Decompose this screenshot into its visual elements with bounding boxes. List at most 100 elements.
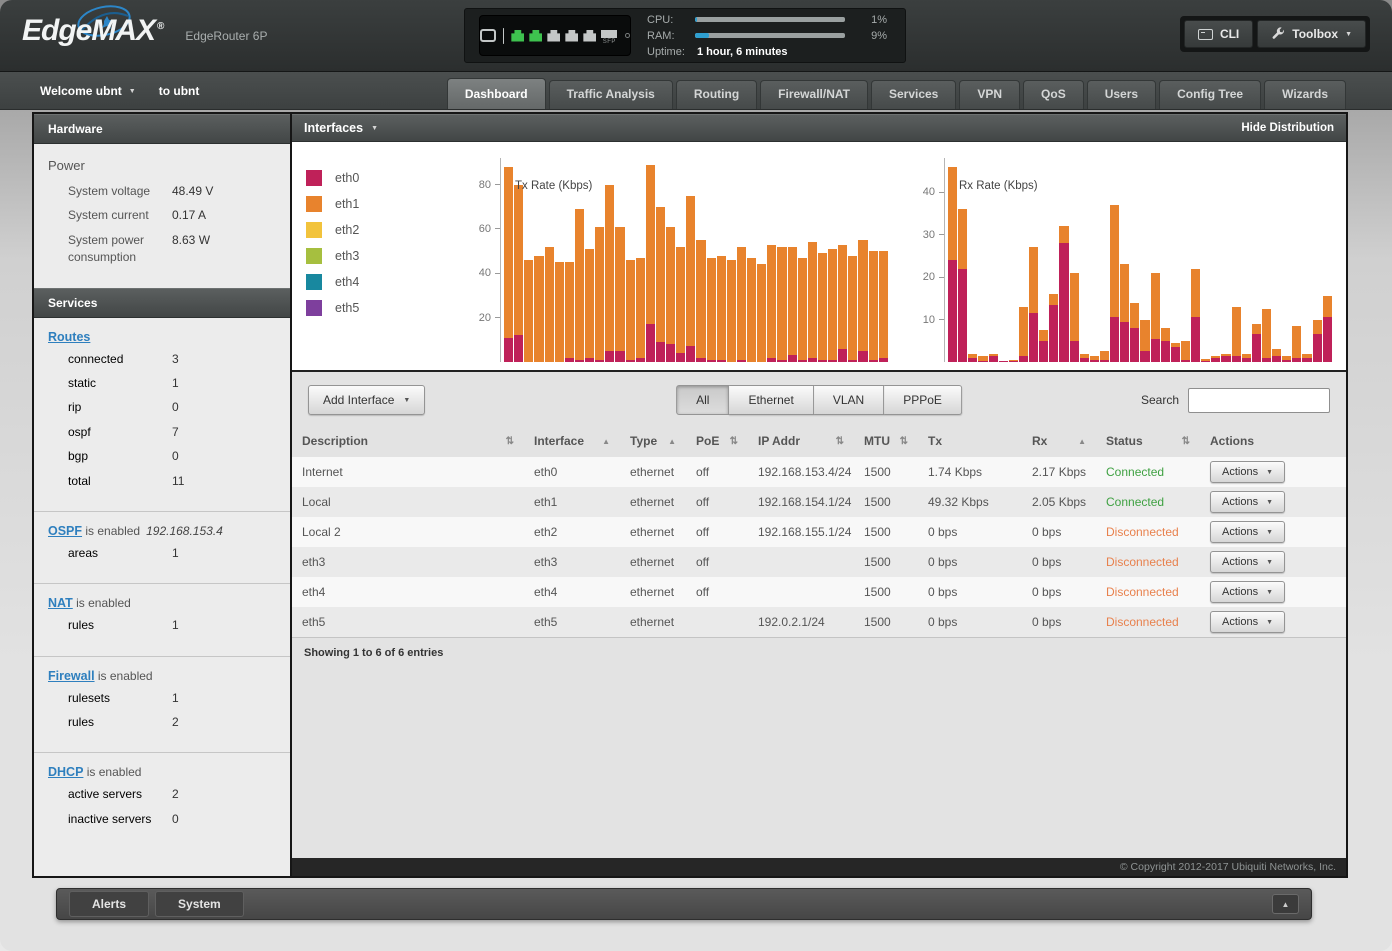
filter-button-all[interactable]: All: [676, 385, 729, 415]
service-heading: OSPF is enabled192.168.153.4: [48, 524, 276, 538]
dock-collapse-button[interactable]: ▲: [1272, 894, 1299, 914]
filter-button-vlan[interactable]: VLAN: [814, 385, 884, 415]
dhcp-link[interactable]: DHCP: [48, 765, 83, 779]
tab-wizards[interactable]: Wizards: [1264, 80, 1346, 109]
column-header-actions[interactable]: Actions: [1200, 428, 1346, 457]
column-header-type[interactable]: Type ▲: [620, 428, 686, 457]
filter-button-ethernet[interactable]: Ethernet: [729, 385, 813, 415]
sidebar: Hardware Power System voltage48.49 VSyst…: [34, 114, 292, 876]
chart-bar: [1070, 158, 1079, 362]
column-header-rx[interactable]: Rx▲: [1022, 428, 1096, 457]
sort-both-icon[interactable]: ⇅: [506, 436, 514, 447]
cli-button[interactable]: CLI: [1184, 20, 1253, 48]
actions-button[interactable]: Actions▼: [1210, 551, 1285, 573]
actions-button[interactable]: Actions▼: [1210, 581, 1285, 603]
sort-both-icon[interactable]: ⇅: [900, 436, 908, 447]
add-interface-button[interactable]: Add Interface ▼: [308, 385, 425, 415]
sort-both-icon[interactable]: ⇅: [1182, 436, 1190, 447]
tab-users[interactable]: Users: [1087, 80, 1156, 109]
tab-services[interactable]: Services: [871, 80, 956, 109]
interface-cell: eth5: [524, 607, 620, 637]
actions-button[interactable]: Actions▼: [1210, 521, 1285, 543]
filter-button-pppoe[interactable]: PPPoE: [884, 385, 962, 415]
sort-both-icon[interactable]: ⇅: [730, 436, 738, 447]
actions-button[interactable]: Actions▼: [1210, 611, 1285, 633]
tab-routing[interactable]: Routing: [676, 80, 757, 109]
service-row: ospf7: [48, 424, 276, 441]
sort-both-icon[interactable]: ⇅: [836, 436, 844, 447]
column-header-description[interactable]: Description ⇅: [292, 428, 524, 457]
service-row: rules2: [48, 714, 276, 731]
sort-asc-icon[interactable]: ▲: [668, 437, 676, 446]
interfaces-table-section: Add Interface ▼ AllEthernetVLANPPPoE Sea…: [292, 372, 1346, 858]
eth1-segment: [717, 256, 726, 360]
eth0-segment: [565, 358, 574, 362]
actions-cell: Actions▼: [1200, 577, 1346, 607]
description-cell: Internet: [292, 457, 524, 487]
eth0-segment: [818, 360, 827, 362]
tab-firewall-nat[interactable]: Firewall/NAT: [760, 80, 868, 109]
interfaces-title[interactable]: Interfaces: [304, 121, 363, 135]
dock-tab-alerts[interactable]: Alerts: [69, 891, 149, 917]
eth1-segment: [1049, 294, 1058, 305]
eth1-segment: [1161, 328, 1170, 341]
search-input[interactable]: [1188, 388, 1330, 413]
tab-vpn[interactable]: VPN: [959, 80, 1020, 109]
actions-button[interactable]: Actions▼: [1210, 491, 1285, 513]
firewall-link[interactable]: Firewall: [48, 669, 95, 683]
cpu-stat: CPU: 1%: [647, 14, 891, 26]
eth0-segment: [1151, 339, 1160, 362]
tab-config-tree[interactable]: Config Tree: [1159, 80, 1261, 109]
y-tick-label: 40: [479, 267, 491, 279]
eth0-segment: [1171, 347, 1180, 362]
console-port-icon: [480, 29, 496, 42]
column-label: Type: [630, 434, 657, 448]
interface-cell: eth2: [524, 517, 620, 547]
service-heading: NAT is enabled: [48, 596, 276, 610]
column-label: Description: [302, 434, 368, 448]
table-filler: [292, 668, 1346, 858]
column-header-tx[interactable]: Tx: [918, 428, 1022, 457]
sort-asc-icon[interactable]: ▲: [602, 437, 610, 446]
welcome-menu[interactable]: Welcome ubnt ▼ to ubnt: [40, 84, 199, 98]
status-led-icon: [625, 33, 630, 38]
service-row: bgp0: [48, 448, 276, 465]
rx-cell: 2.05 Kbps: [1022, 487, 1096, 517]
poe-cell: off: [686, 487, 748, 517]
power-row: System current0.17 A: [48, 207, 276, 224]
dock-tab-system[interactable]: System: [155, 891, 244, 917]
chevron-down-icon: ▼: [1266, 469, 1273, 476]
hide-distribution-link[interactable]: Hide Distribution: [1241, 122, 1334, 134]
tab-traffic-analysis[interactable]: Traffic Analysis: [549, 80, 673, 109]
column-header-status[interactable]: Status ⇅: [1096, 428, 1200, 457]
ospf-link[interactable]: OSPF: [48, 524, 82, 538]
eth1-segment: [1191, 269, 1200, 318]
search-label: Search: [1141, 393, 1179, 407]
poe-cell: off: [686, 457, 748, 487]
description-cell: eth3: [292, 547, 524, 577]
nat-link[interactable]: NAT: [48, 596, 73, 610]
chevron-down-icon[interactable]: ▼: [371, 125, 378, 132]
tab-qos[interactable]: QoS: [1023, 80, 1084, 109]
routes-link[interactable]: Routes: [48, 330, 90, 344]
chart-bar: [777, 158, 786, 362]
hardware-section-header: Hardware: [34, 114, 290, 144]
column-header-poe[interactable]: PoE⇅: [686, 428, 748, 457]
eth1-segment: [1151, 273, 1160, 339]
toolbox-button[interactable]: Toolbox ▼: [1257, 20, 1366, 48]
type-cell: ethernet: [620, 487, 686, 517]
sort-asc-icon[interactable]: ▲: [1078, 437, 1086, 446]
column-header-ip-addr[interactable]: IP Addr⇅: [748, 428, 854, 457]
eth1-segment: [656, 207, 665, 342]
chevron-down-icon: ▼: [1266, 589, 1273, 596]
column-header-mtu[interactable]: MTU⇅: [854, 428, 918, 457]
eth5-swatch: [306, 300, 322, 316]
eth0-segment: [696, 358, 705, 362]
tab-dashboard[interactable]: Dashboard: [447, 78, 546, 109]
column-header-interface[interactable]: Interface▲: [524, 428, 620, 457]
chart-bar: [1262, 158, 1271, 362]
column-label: Status: [1106, 434, 1143, 448]
actions-button[interactable]: Actions▼: [1210, 461, 1285, 483]
eth0-segment: [626, 360, 635, 362]
power-row: System voltage48.49 V: [48, 183, 276, 200]
